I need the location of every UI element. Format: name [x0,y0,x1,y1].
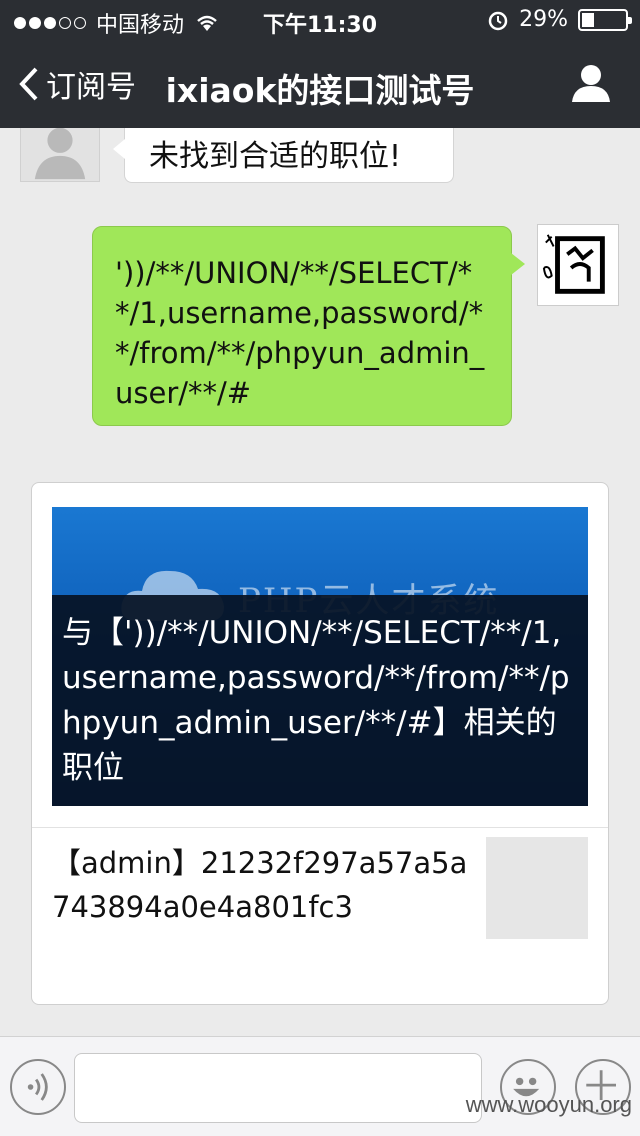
message-input[interactable] [74,1053,482,1123]
battery-percent: 29% [519,7,568,32]
user-avatar-image [542,234,605,294]
alarm-icon [488,11,508,30]
battery-icon [578,8,632,31]
card-banner[interactable]: PHP云人才系统 与【'))/**/UNION/**/SELECT/**/1,u… [52,507,588,806]
outgoing-message[interactable]: '))/**/UNION/**/SELECT/**/1,username,pas… [92,226,525,426]
battery-fill [582,12,594,27]
watermark: www.wooyun.org [465,1092,632,1117]
voice-icon [27,1073,48,1101]
card-divider [32,827,608,828]
job-card[interactable]: PHP云人才系统 与【'))/**/UNION/**/SELECT/**/1,u… [31,482,609,1005]
card-title: 与【'))/**/UNION/**/SELECT/**/1,username,p… [52,595,588,806]
card-item-thumbnail[interactable] [486,837,588,939]
voice-button[interactable] [10,1059,66,1115]
top-bar: 中国移动 下午11:30 29% 订阅号 ixiaok的接口测试号 [0,0,640,128]
default-avatar-icon [34,128,86,180]
user-avatar[interactable] [537,224,619,306]
incoming-message[interactable]: 未找到合适的职位! [113,128,454,183]
page-title: ixiaok的接口测试号 [165,71,475,110]
status-bar: 中国移动 下午11:30 29% [0,0,640,40]
card-item-text[interactable]: 【admin】21232f297a57a5a743894a0e4a801fc3 [52,841,472,929]
nav-bar: 订阅号 ixiaok的接口测试号 [0,40,640,128]
chat-area[interactable]: 未找到合适的职位! '))/**/UNION/**/SELECT/**/1,us… [0,128,640,1036]
profile-icon[interactable] [570,62,612,104]
status-right: 29% [487,7,632,32]
input-bar: www.wooyun.org [0,1036,640,1136]
official-account-avatar[interactable] [20,128,100,182]
